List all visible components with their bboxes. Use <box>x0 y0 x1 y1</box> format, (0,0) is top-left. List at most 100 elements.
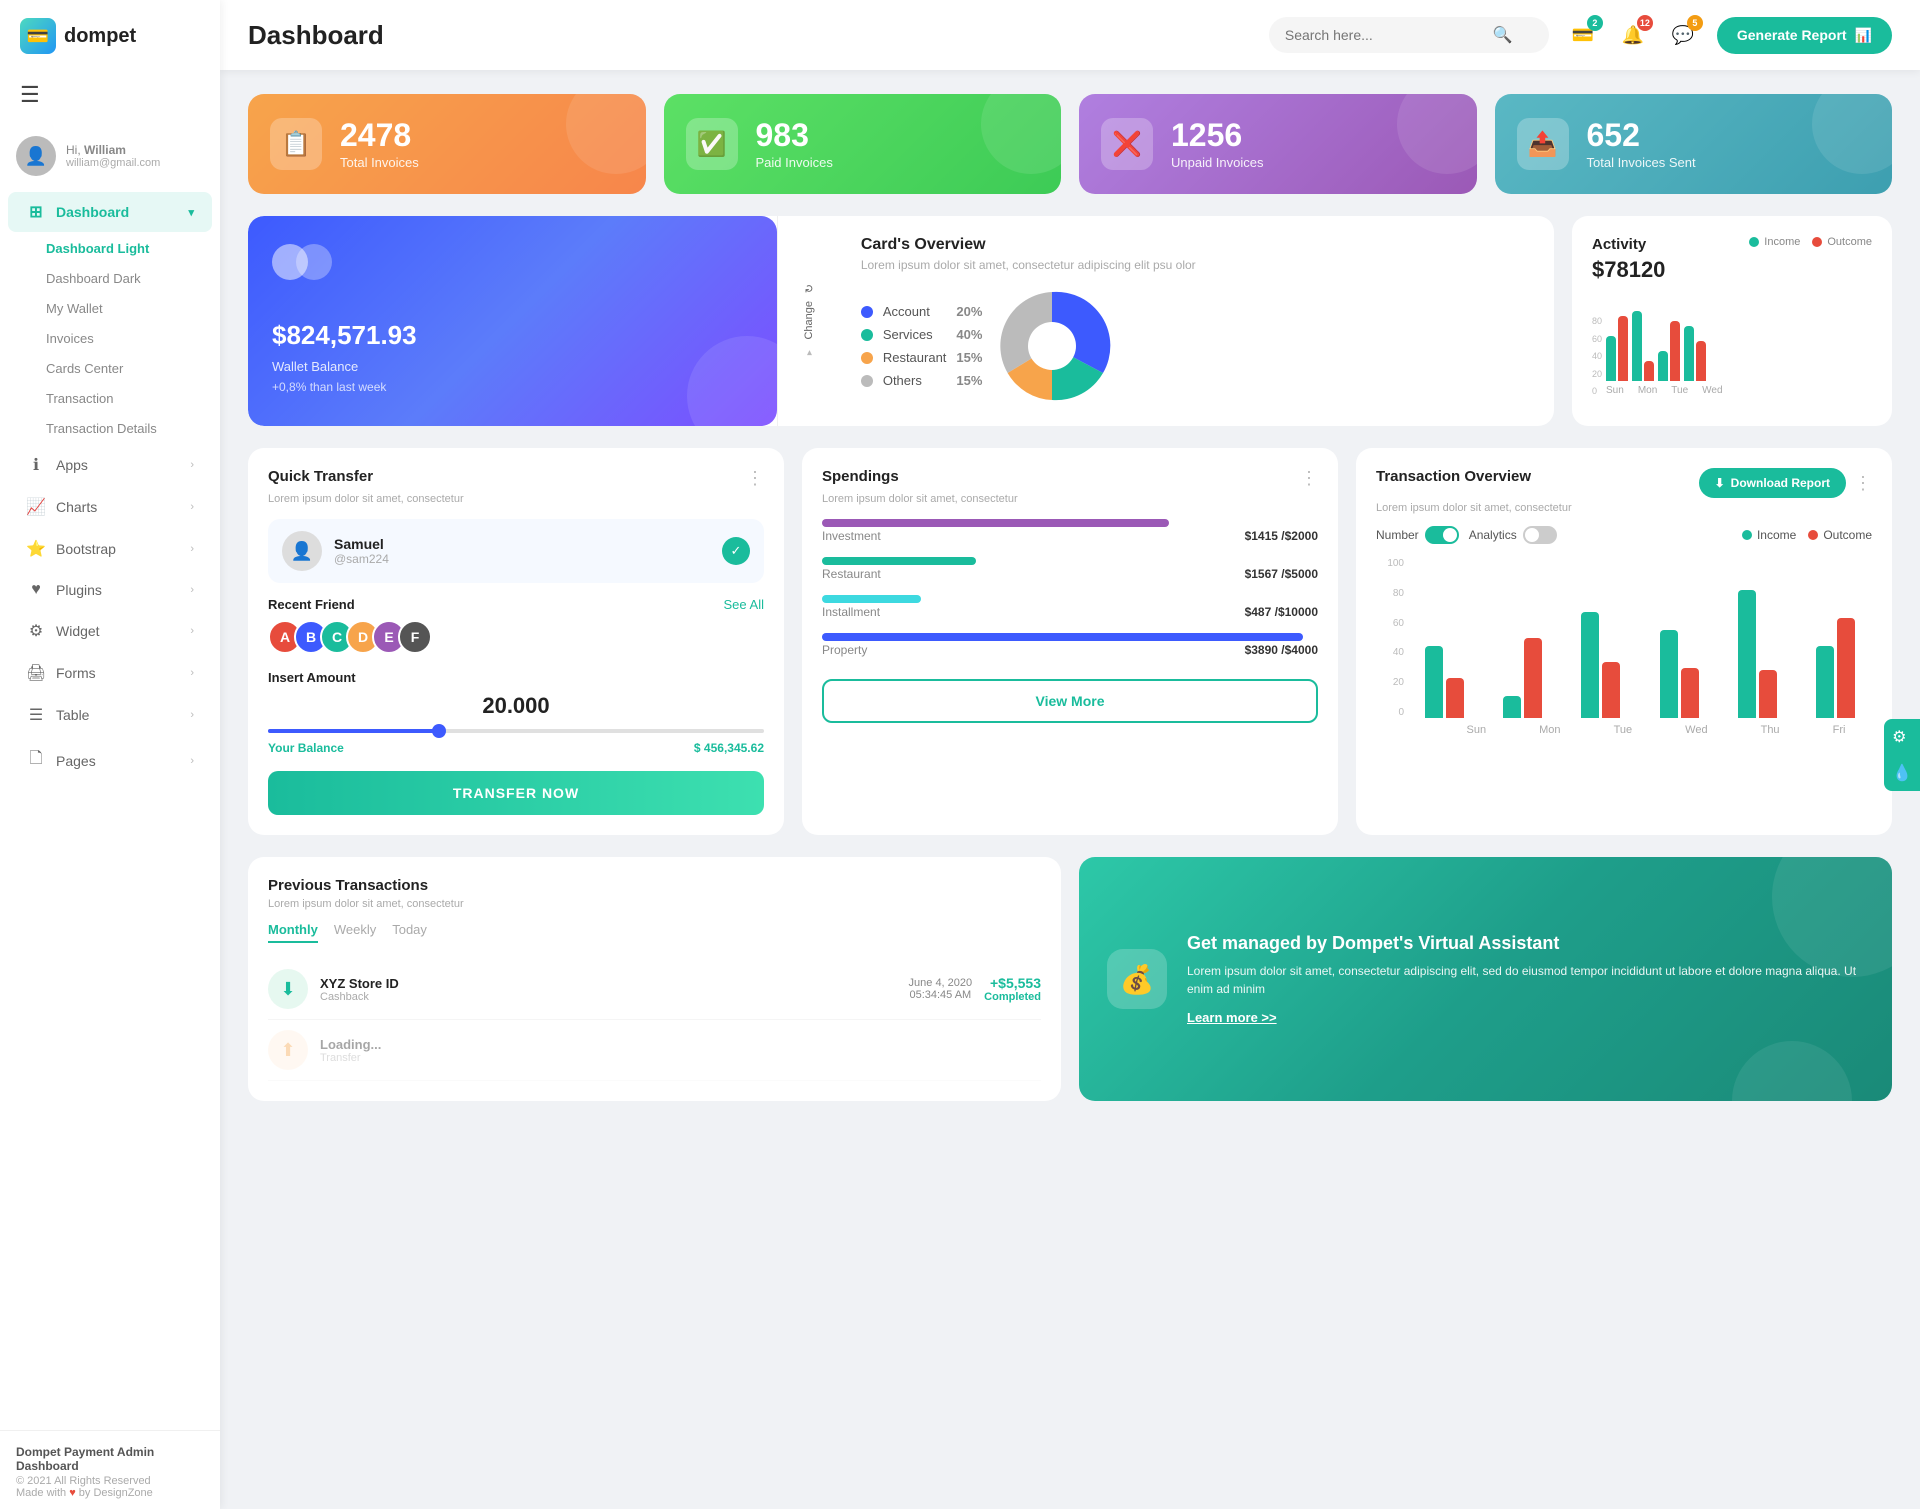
analytics-label: Analytics <box>1469 528 1517 542</box>
dashboard-subnav: Dashboard Light Dashboard Dark My Wallet… <box>0 234 220 443</box>
property-amount: $3890 /$4000 <box>1245 643 1318 657</box>
transaction-status: Completed <box>984 991 1041 1003</box>
amount-slider[interactable] <box>268 729 764 733</box>
account-dot <box>861 306 873 318</box>
transaction-name: XYZ Store ID <box>320 976 897 991</box>
check-icon: ✓ <box>722 537 750 565</box>
chevron-right-icon: › <box>190 501 194 513</box>
property-name: Property <box>822 643 867 657</box>
pt-tab-monthly[interactable]: Monthly <box>268 922 318 943</box>
va-title: Get managed by Dompet's Virtual Assistan… <box>1187 933 1864 954</box>
person-name: Samuel <box>334 536 389 552</box>
va-learn-more-link[interactable]: Learn more >> <box>1187 1010 1864 1025</box>
installment-name: Installment <box>822 605 880 619</box>
spendings-menu[interactable]: ⋮ <box>1300 468 1318 489</box>
subnav-dashboard-dark[interactable]: Dashboard Dark <box>36 264 220 293</box>
subnav-dashboard-light[interactable]: Dashboard Light <box>36 234 220 263</box>
hamburger-menu[interactable]: ☰ <box>0 64 220 126</box>
sidebar-item-label: Table <box>56 707 89 723</box>
sidebar-item-label: Apps <box>56 457 88 473</box>
transaction-type: Cashback <box>320 991 897 1003</box>
sidebar-item-label: Forms <box>56 665 96 681</box>
sidebar-item-dashboard[interactable]: ⊞ Dashboard ▾ <box>8 192 212 232</box>
sidebar-item-widget[interactable]: ⚙ Widget › <box>8 611 212 651</box>
bar-group-mon <box>1486 638 1558 718</box>
amount-display: 20.000 <box>268 693 764 719</box>
notifications-btn[interactable]: 🔔 12 <box>1615 17 1651 53</box>
person-avatar: 👤 <box>282 531 322 571</box>
income-bar-tue <box>1658 351 1668 381</box>
sidebar-item-table[interactable]: ☰ Table › <box>8 695 212 735</box>
wallet-icon-btn[interactable]: 💳 2 <box>1565 17 1601 53</box>
chevron-down-icon: ▾ <box>188 206 194 219</box>
services-label: Services <box>883 327 947 342</box>
sidebar-item-forms[interactable]: 🖨 Forms › <box>8 653 212 693</box>
wallet-circles-decoration <box>272 244 753 280</box>
drop-icon[interactable]: 💧 <box>1884 755 1920 791</box>
sidebar-item-pages[interactable]: 🗋 Pages › <box>8 737 212 784</box>
content-area: 📋 2478 Total Invoices ✅ 983 Paid Invoice… <box>220 70 1920 1509</box>
change-button[interactable]: ↻ Change ▾ <box>777 216 841 426</box>
stat-label: Unpaid Invoices <box>1171 155 1264 170</box>
overview-row-services: Services 40% <box>861 327 983 342</box>
installment-label: Installment $487 /$10000 <box>822 605 1318 619</box>
chevron-right-icon: › <box>190 625 194 637</box>
see-all-link[interactable]: See All <box>724 597 764 612</box>
settings-icon[interactable]: ⚙ <box>1884 719 1920 755</box>
notifications-badge: 12 <box>1637 15 1653 31</box>
apps-icon: ℹ <box>26 455 46 475</box>
friend-avatar-6[interactable]: F <box>398 620 432 654</box>
greeting: Hi, William <box>66 143 160 157</box>
bar-group-wed <box>1643 630 1715 718</box>
to-controls: Number Analytics Inc <box>1376 526 1872 544</box>
sidebar-item-label: Bootstrap <box>56 541 116 557</box>
spending-investment: Investment $1415 /$2000 <box>822 519 1318 543</box>
balance-row: Your Balance $ 456,345.62 <box>268 741 764 755</box>
investment-bar <box>822 519 1169 527</box>
pt-tab-today[interactable]: Today <box>392 922 427 943</box>
transfer-now-button[interactable]: TRANSFER NOW <box>268 771 764 815</box>
bar-chart-icon: 📊 <box>1855 27 1872 44</box>
sidebar-item-bootstrap[interactable]: ⭐ Bootstrap › <box>8 529 212 569</box>
sidebar-item-apps[interactable]: ℹ Apps › <box>8 445 212 485</box>
pt-tab-weekly[interactable]: Weekly <box>334 922 376 943</box>
generate-report-button[interactable]: Generate Report 📊 <box>1717 17 1892 54</box>
analytics-toggle[interactable] <box>1523 526 1557 544</box>
investment-label: Investment $1415 /$2000 <box>822 529 1318 543</box>
subnav-invoices[interactable]: Invoices <box>36 324 220 353</box>
search-input[interactable] <box>1285 27 1485 43</box>
outcome-bar-wed <box>1681 668 1699 718</box>
subnav-transaction[interactable]: Transaction <box>36 384 220 413</box>
stat-number: 1256 <box>1171 119 1264 151</box>
download-report-button[interactable]: ⬇ Download Report <box>1699 468 1846 498</box>
spending-restaurant: Restaurant $1567 /$5000 <box>822 557 1318 581</box>
subnav-my-wallet[interactable]: My Wallet <box>36 294 220 323</box>
to-menu[interactable]: ⋮ <box>1854 473 1872 494</box>
to-income-dot <box>1742 530 1752 540</box>
footer-copy: © 2021 All Rights Reserved <box>16 1475 204 1487</box>
quick-transfer-card: Quick Transfer ⋮ Lorem ipsum dolor sit a… <box>248 448 784 835</box>
main-content: Dashboard 🔍 💳 2 🔔 12 💬 5 Generate Report… <box>220 0 1920 1509</box>
number-toggle[interactable] <box>1425 526 1459 544</box>
outcome-bar-tue <box>1670 321 1680 381</box>
view-more-button[interactable]: View More <box>822 679 1318 723</box>
user-profile: 👤 Hi, William william@gmail.com <box>0 126 220 190</box>
transaction-overview-card: Transaction Overview ⬇ Download Report ⋮… <box>1356 448 1892 835</box>
subnav-cards-center[interactable]: Cards Center <box>36 354 220 383</box>
stat-number: 652 <box>1587 119 1696 151</box>
messages-btn[interactable]: 💬 5 <box>1665 17 1701 53</box>
subnav-transaction-details[interactable]: Transaction Details <box>36 414 220 443</box>
bar-group-sun <box>1408 646 1480 718</box>
stat-card-paid-invoices: ✅ 983 Paid Invoices <box>664 94 1062 194</box>
sent-invoices-icon: 📤 <box>1517 118 1569 170</box>
slider-fill <box>268 729 442 733</box>
bar-group-tue <box>1658 321 1680 381</box>
transaction-row: ⬇ XYZ Store ID Cashback June 4, 2020 05:… <box>268 959 1041 1020</box>
sidebar-item-charts[interactable]: 📈 Charts › <box>8 487 212 527</box>
sidebar-item-plugins[interactable]: ♥ Plugins › <box>8 571 212 609</box>
restaurant-pct: 15% <box>956 350 982 365</box>
quick-transfer-menu[interactable]: ⋮ <box>746 468 764 489</box>
income-dot <box>1749 237 1759 247</box>
spendings-title-area: Spendings <box>822 468 899 485</box>
overview-categories: Account 20% Services 40% Restaurant <box>861 304 983 388</box>
